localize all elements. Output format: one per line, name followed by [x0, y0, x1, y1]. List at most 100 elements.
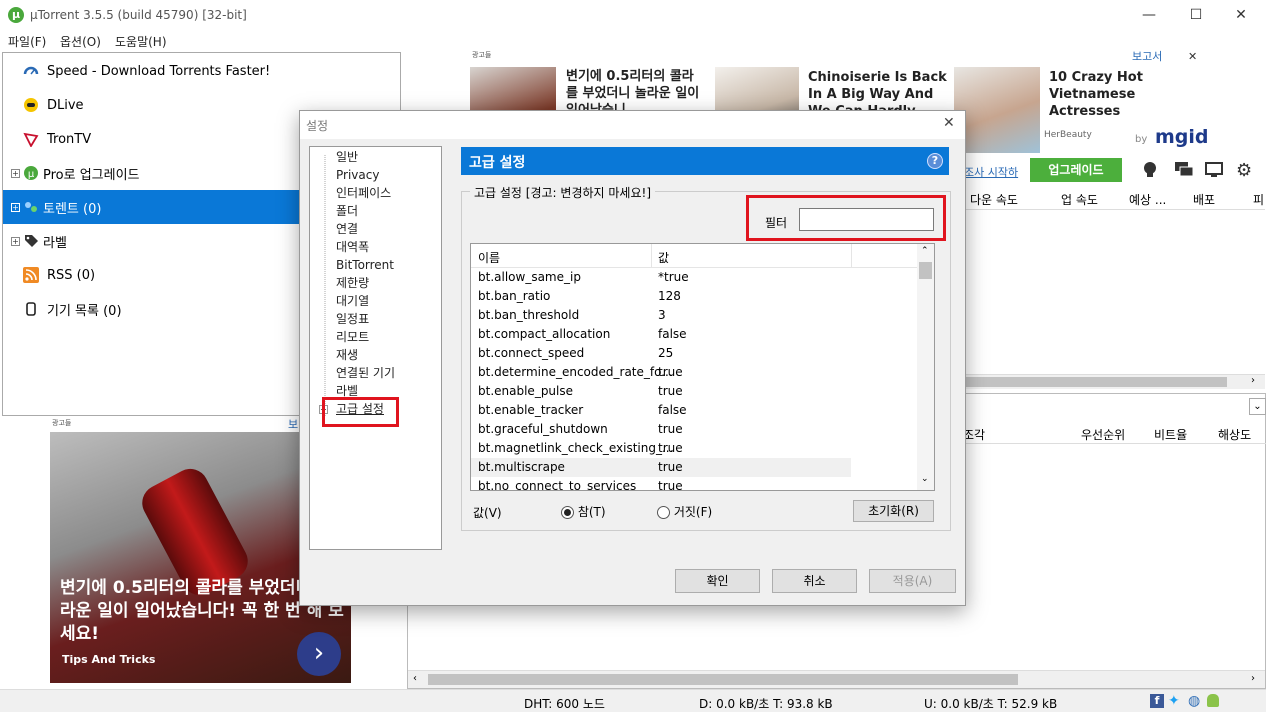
reset-button[interactable]: 초기화(R)	[853, 500, 934, 522]
dht-status: DHT: 600 노드	[524, 697, 605, 711]
upgrade-button[interactable]: 업그레이드	[1030, 158, 1122, 182]
list-row[interactable]: bt.no_connect_to_services true	[471, 477, 851, 490]
scroll-right-icon[interactable]: ›	[1251, 673, 1255, 684]
lightbulb-icon[interactable]	[1142, 161, 1158, 182]
ad-thumbnail-image[interactable]	[954, 67, 1040, 153]
facebook-icon[interactable]: f	[1150, 694, 1164, 708]
torrent-list-hscrollbar[interactable]: ›	[965, 374, 1265, 389]
scroll-thumb[interactable]	[965, 377, 1227, 387]
list-row[interactable]: bt.determine_encoded_rate_fo... true	[471, 363, 851, 382]
sidebar-item-label: 기기 목록 (0)	[47, 303, 122, 319]
twitter-icon[interactable]: ✦	[1168, 693, 1180, 709]
tree-item-connection[interactable]: 연결	[336, 220, 358, 238]
mgid-logo[interactable]: mgid	[1155, 126, 1209, 148]
apply-button[interactable]: 적용(A)	[869, 569, 956, 593]
col-pieces[interactable]: 조각	[963, 426, 985, 443]
detail-hscrollbar[interactable]: ‹ ›	[408, 670, 1265, 688]
sidebar-item-speed[interactable]: Speed - Download Torrents Faster!	[3, 54, 400, 88]
globe-icon[interactable]: ◍	[1188, 693, 1200, 709]
col-resolution[interactable]: 해상도	[1218, 426, 1251, 443]
list-row[interactable]: bt.enable_tracker false	[471, 401, 851, 420]
monitor-icon[interactable]	[1205, 161, 1223, 182]
list-row[interactable]: bt.enable_pulse true	[471, 382, 851, 401]
ad-card-text[interactable]: 10 Crazy Hot Vietnamese Actresses	[1049, 69, 1179, 121]
list-row[interactable]: bt.multiscrape true	[471, 458, 851, 477]
cancel-button[interactable]: 취소	[772, 569, 857, 593]
col-name[interactable]: 이름	[478, 249, 500, 266]
ad-close-icon[interactable]: ✕	[1188, 50, 1197, 63]
tree-item-bittorrent[interactable]: BitTorrent	[336, 256, 394, 274]
list-row[interactable]: bt.ban_threshold 3	[471, 306, 851, 325]
row-name: bt.ban_threshold	[478, 308, 580, 322]
tree-item-general[interactable]: 일반	[336, 148, 358, 166]
list-row[interactable]: bt.magnetlink_check_existing_... true	[471, 439, 851, 458]
tree-item-queueing[interactable]: 대기열	[336, 292, 369, 310]
scroll-thumb[interactable]	[428, 674, 1018, 685]
list-row[interactable]: bt.graceful_shutdown true	[471, 420, 851, 439]
ad-card-text[interactable]: 변기에 0.5리터의 콜라를 부었더니 놀라운 일이 일어났습니	[566, 68, 701, 116]
expand-icon[interactable]: +	[11, 236, 20, 246]
scroll-thumb[interactable]	[919, 262, 932, 279]
svg-text:µ: µ	[28, 169, 35, 180]
close-window-button[interactable]: ✕	[1230, 4, 1252, 26]
ok-button[interactable]: 확인	[675, 569, 760, 593]
help-icon[interactable]: ?	[927, 153, 943, 169]
col-peers[interactable]: 피	[1253, 191, 1264, 208]
tree-item-interface[interactable]: 인터페이스	[336, 184, 391, 202]
ad-brand: Tips And Tricks	[62, 653, 156, 666]
row-value: true	[658, 479, 683, 490]
list-row[interactable]: bt.allow_same_ip *true	[471, 268, 851, 287]
android-icon[interactable]	[1207, 694, 1219, 707]
expand-icon[interactable]: +	[11, 202, 20, 212]
col-value[interactable]: 값	[658, 249, 669, 266]
scroll-down-icon[interactable]: ⌄	[921, 474, 929, 484]
radio-true-indicator[interactable]	[561, 506, 574, 519]
list-row[interactable]: bt.compact_allocation false	[471, 325, 851, 344]
list-vscrollbar[interactable]: ⌃ ⌄	[917, 244, 934, 490]
radio-false-indicator[interactable]	[657, 506, 670, 519]
col-eta[interactable]: 예상 ...	[1129, 191, 1166, 208]
window-title: µTorrent 3.5.5 (build 45790) [32-bit]	[30, 8, 247, 22]
collapse-icon[interactable]: ⌄	[1249, 398, 1266, 415]
expand-icon[interactable]: +	[11, 168, 20, 178]
gear-icon[interactable]: ⚙	[1236, 160, 1252, 181]
scroll-right-icon[interactable]: ›	[1251, 375, 1255, 386]
menu-options[interactable]: 옵션(O)	[60, 33, 101, 50]
tree-item-folders[interactable]: 폴더	[336, 202, 358, 220]
tree-item-transfer-cap[interactable]: 제한량	[336, 274, 369, 292]
list-row[interactable]: bt.ban_ratio 128	[471, 287, 851, 306]
tree-item-paired-devices[interactable]: 연결된 기기	[336, 364, 395, 382]
dlive-icon	[23, 97, 39, 113]
list-row[interactable]: bt.connect_speed 25	[471, 344, 851, 363]
scroll-left-icon[interactable]: ‹	[413, 673, 417, 684]
ad-report-link[interactable]: 보	[288, 416, 298, 432]
radio-false[interactable]: 거짓(F)	[657, 503, 712, 520]
dialog-close-button[interactable]: ✕	[943, 115, 955, 131]
col-bitrate[interactable]: 비트율	[1154, 426, 1187, 443]
row-value: 3	[658, 308, 666, 322]
maximize-button[interactable]: ☐	[1185, 4, 1207, 26]
col-down-speed[interactable]: 다운 속도	[970, 191, 1018, 208]
row-value: 25	[658, 346, 674, 360]
tree-item-bandwidth[interactable]: 대역폭	[336, 238, 369, 256]
minimize-button[interactable]: —	[1138, 4, 1160, 26]
col-up-speed[interactable]: 업 속도	[1061, 191, 1098, 208]
row-value: *true	[658, 270, 689, 284]
row-name: bt.allow_same_ip	[478, 270, 581, 284]
menu-file[interactable]: 파일(F)	[8, 33, 46, 50]
radio-true[interactable]: 참(T)	[561, 503, 606, 520]
chat-icon[interactable]	[1174, 161, 1194, 182]
survey-link[interactable]: 조사 시작하	[964, 164, 1018, 180]
column-divider	[851, 244, 852, 268]
scroll-up-icon[interactable]: ⌃	[921, 246, 929, 256]
sidebar-item-label: 라벨	[43, 235, 67, 251]
ad-report-link[interactable]: 보고서	[1132, 48, 1162, 64]
tree-item-privacy[interactable]: Privacy	[336, 166, 379, 184]
tree-item-playback[interactable]: 재생	[336, 346, 358, 364]
menu-help[interactable]: 도움말(H)	[115, 33, 167, 50]
tree-item-remote[interactable]: 리모트	[336, 328, 369, 346]
tree-item-scheduler[interactable]: 일정표	[336, 310, 369, 328]
chevron-right-icon[interactable]: ›	[297, 632, 341, 676]
col-seeds[interactable]: 배포	[1193, 191, 1215, 208]
col-priority[interactable]: 우선순위	[1081, 426, 1125, 443]
